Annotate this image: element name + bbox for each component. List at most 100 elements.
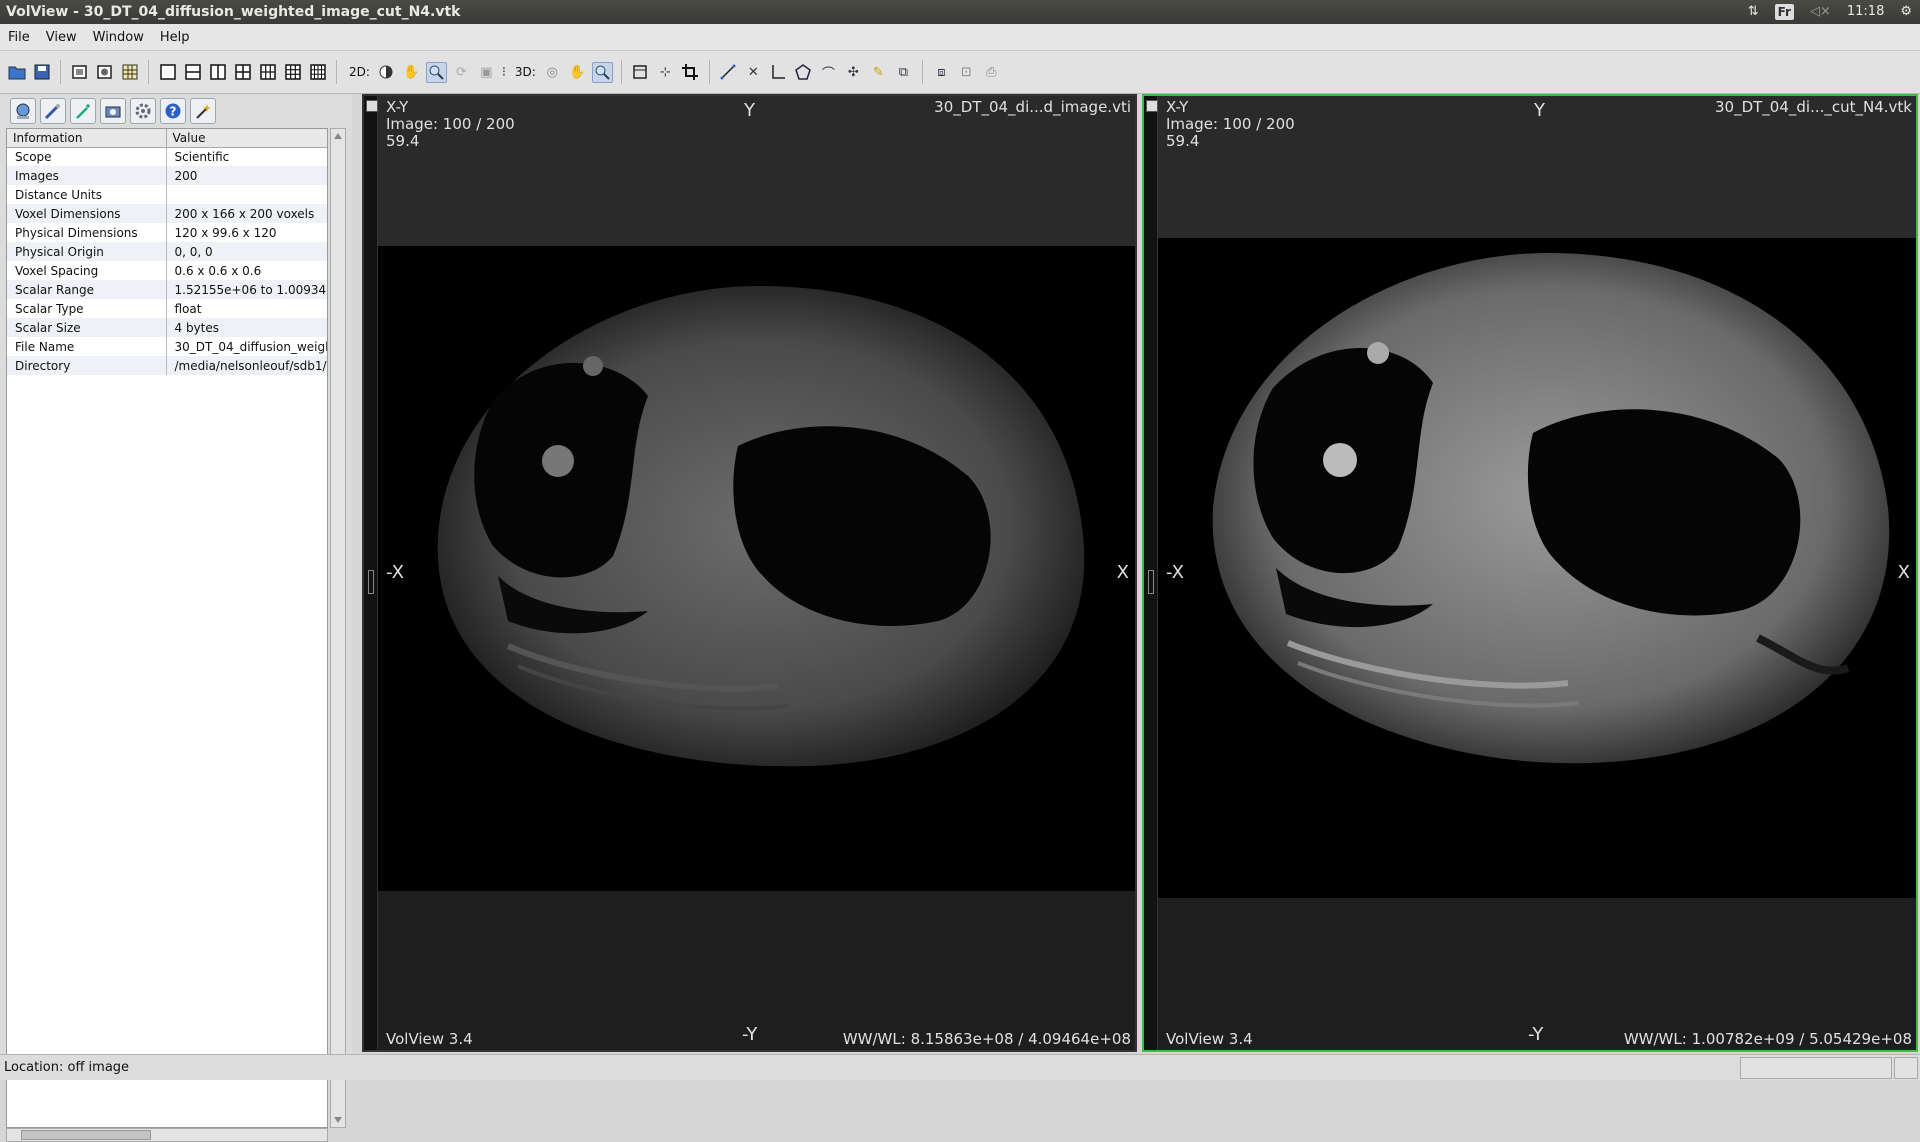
column-header-value[interactable]: Value [166, 129, 327, 148]
layout-3x2-icon[interactable] [257, 62, 278, 83]
direction-bottom-label: -Y [742, 1024, 758, 1045]
viewer-side-strip [364, 96, 378, 1050]
window-level-icon[interactable] [376, 62, 397, 83]
zoom-magnifier-icon[interactable] [425, 61, 447, 83]
table-row[interactable]: File Name 30_DT_04_diffusion_weigl [7, 337, 327, 356]
svg-text:?: ? [170, 105, 177, 119]
filter-wand-icon[interactable] [70, 98, 96, 124]
volume-view-icon[interactable] [94, 62, 115, 83]
horizontal-scrollbar[interactable] [6, 1128, 328, 1142]
cross-marker-icon[interactable]: ✕ [743, 62, 764, 83]
image-slice-area[interactable] [378, 246, 1135, 891]
network-icon[interactable]: ⇅ [1748, 0, 1759, 24]
lightbox-view-icon[interactable] [119, 62, 140, 83]
table-row[interactable]: Directory/media/nelsonleouf/sdb1/l [7, 356, 327, 375]
mri-slice-image [1212, 253, 1890, 764]
seed-points-icon[interactable]: ✣ [843, 62, 864, 83]
viewer-slice-position: 59.4 [386, 132, 420, 150]
clock[interactable]: 11:18 [1847, 0, 1884, 24]
settings-gear-icon[interactable]: ⚙ [1900, 0, 1912, 24]
table-row[interactable]: Scalar Size 4 bytes [7, 318, 327, 337]
display-settings-icon[interactable] [40, 98, 66, 124]
info-value-cell: 0.6 x 0.6 x 0.6 [166, 261, 327, 280]
table-row[interactable]: Scalar Type float [7, 299, 327, 318]
menu-file[interactable]: File [0, 30, 38, 45]
plugin-wand-icon[interactable] [190, 98, 216, 124]
info-value-cell: 1.52155e+06 to 1.00934 [166, 280, 327, 299]
info-value-cell [166, 185, 327, 204]
more-tools-handle-icon[interactable]: ⁝ [501, 62, 507, 83]
crop-icon[interactable] [680, 62, 701, 83]
layout-2x1-horizontal-icon[interactable] [207, 62, 228, 83]
distance-measure-icon[interactable] [718, 62, 739, 83]
fit-window-icon[interactable]: ▣ [476, 62, 497, 83]
help-question-icon[interactable]: ? [160, 98, 186, 124]
info-value-cell: 200 [166, 166, 327, 185]
slice-slider-handle[interactable] [368, 570, 374, 594]
paintbrush-icon[interactable]: ✎ [868, 62, 889, 83]
pan-hand-icon[interactable]: ✋ [401, 62, 422, 83]
toolbar-separator [620, 60, 622, 84]
layout-3x3-icon[interactable] [282, 62, 303, 83]
zoom-3d-magnifier-icon[interactable] [591, 61, 613, 83]
table-row[interactable]: Physical Origin 0, 0, 0 [7, 242, 327, 261]
layout-2x2-icon[interactable] [232, 62, 253, 83]
menu-help[interactable]: Help [152, 30, 198, 45]
spline-icon[interactable]: ⌒ [818, 62, 839, 83]
horizontal-scrollbar-thumb[interactable] [21, 1130, 151, 1140]
toolbar-separator [921, 60, 923, 84]
keyboard-layout-indicator[interactable]: Fr [1774, 4, 1794, 20]
open-folder-icon[interactable] [6, 62, 27, 83]
panel-tools: ? [10, 98, 216, 124]
table-row[interactable]: Scope Scientific [7, 147, 327, 166]
rotate-icon[interactable]: ⟳ [451, 62, 472, 83]
table-row[interactable]: Distance Units [7, 185, 327, 204]
table-row[interactable]: Images 200 [7, 166, 327, 185]
info-key-cell: File Name [7, 337, 167, 356]
volume-icon[interactable]: ◁× [1810, 0, 1831, 24]
table-row[interactable]: Voxel Dimensions 200 x 166 x 200 voxels [7, 204, 327, 223]
settings-gear-panel-icon[interactable] [130, 98, 156, 124]
table-row[interactable]: Voxel Spacing 0.6 x 0.6 x 0.6 [7, 261, 327, 280]
contour-polygon-icon[interactable] [793, 62, 814, 83]
image-slice-area[interactable] [1158, 238, 1916, 898]
direction-right-label: X [1897, 562, 1910, 583]
reslice-icon[interactable]: ⊹ [655, 62, 676, 83]
table-row[interactable]: Physical Dimensions 120 x 99.6 x 120 [7, 223, 327, 242]
viewer-window-level: WW/WL: 1.00782e+09 / 5.05429e+08 [1623, 1030, 1912, 1048]
menu-window[interactable]: Window [85, 30, 152, 45]
window-title: VolView - 30_DT_04_diffusion_weighted_im… [6, 4, 461, 20]
print-icon[interactable]: ⎙ [981, 62, 1002, 83]
screenshot-icon[interactable]: ⧈ [931, 62, 952, 83]
viewer-orientation-label: X-Y [386, 98, 409, 116]
label-map-icon[interactable]: ⧉ [893, 62, 914, 83]
image-viewer-right[interactable]: X-Y Image: 100 / 200 59.4 30_DT_04_di...… [1142, 94, 1918, 1052]
viewer-version-label: VolView 3.4 [1166, 1030, 1253, 1048]
snapshot-camera-icon[interactable] [100, 98, 126, 124]
image-viewer-left[interactable]: X-Y Image: 100 / 200 59.4 30_DT_04_di...… [362, 94, 1137, 1052]
menu-view[interactable]: View [38, 30, 85, 45]
layout-1x1-icon[interactable] [157, 62, 178, 83]
layout-1x2-vertical-icon[interactable] [182, 62, 203, 83]
information-panel-icon[interactable] [10, 98, 36, 124]
bounding-box-icon[interactable] [630, 62, 651, 83]
viewer-menu-dropdown-icon[interactable] [1146, 100, 1158, 112]
save-icon[interactable] [31, 62, 52, 83]
vertical-scrollbar[interactable] [330, 128, 346, 1128]
pan-3d-hand-icon[interactable]: ✋ [567, 62, 588, 83]
viewer-menu-dropdown-icon[interactable] [366, 100, 378, 112]
direction-right-label: X [1116, 562, 1129, 583]
layout-4x3-icon[interactable] [307, 62, 328, 83]
viewer-filename: 30_DT_04_di..._cut_N4.vtk [1715, 98, 1912, 116]
slice-slider-handle[interactable] [1148, 570, 1154, 594]
single-view-icon[interactable] [69, 62, 90, 83]
info-value-cell: 0, 0, 0 [166, 242, 327, 261]
status-indicator-box [1894, 1057, 1918, 1079]
rotate-3d-icon[interactable]: ◎ [542, 62, 563, 83]
table-row[interactable]: Scalar Range 1.52155e+06 to 1.00934 [7, 280, 327, 299]
angle-measure-icon[interactable] [768, 62, 789, 83]
system-tray: ⇅ Fr ◁× 11:18 ⚙ [1748, 0, 1912, 24]
information-table-body: Scope Scientific Images 200 Distance Units Vo… [7, 147, 327, 375]
column-header-information[interactable]: Information [7, 129, 167, 148]
export-icon[interactable]: ⊡ [956, 62, 977, 83]
